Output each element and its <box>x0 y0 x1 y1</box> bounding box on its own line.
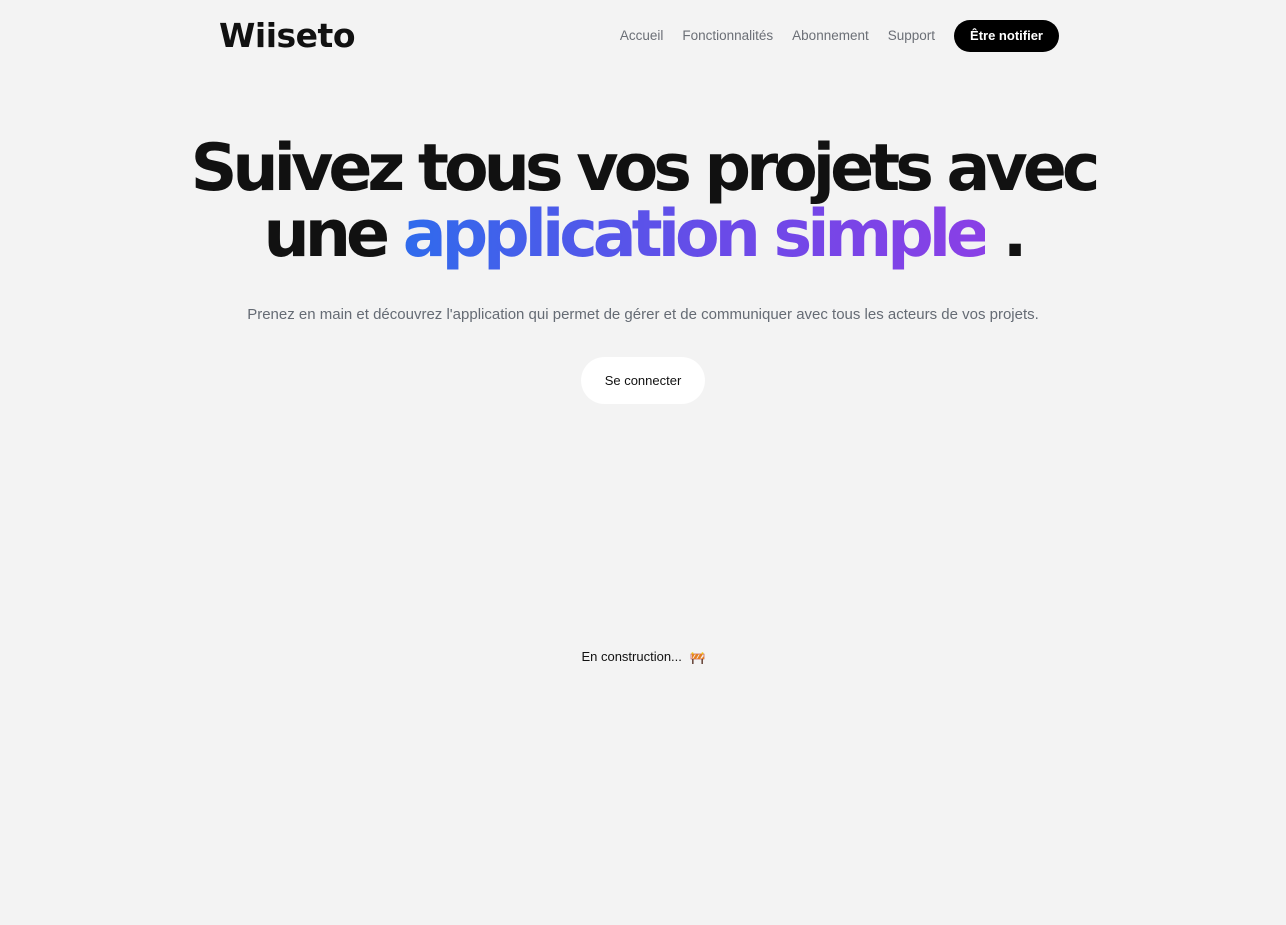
construction-barrier-icon <box>690 651 704 664</box>
headline-line-1: Suivez tous vos projets avec <box>190 131 1101 206</box>
nav-link-fonctionnalites[interactable]: Fonctionnalités <box>682 20 773 52</box>
nav-link-abonnement[interactable]: Abonnement <box>792 20 869 52</box>
headline-highlight: application simple <box>402 197 990 272</box>
construction-text: En construction... <box>581 649 682 664</box>
headline-prefix: une <box>263 197 390 272</box>
hero-subtitle: Prenez en main et découvrez l'applicatio… <box>247 306 1039 323</box>
login-button[interactable]: Se connecter <box>580 357 706 404</box>
headline-suffix: . <box>1002 197 1028 272</box>
hero-headline: Suivez tous vos projets avec une applica… <box>0 136 1286 268</box>
nav-link-support[interactable]: Support <box>888 20 935 52</box>
main-nav: Accueil Fonctionnalités Abonnement Suppo… <box>620 20 1059 52</box>
hero-section: Suivez tous vos projets avec une applica… <box>0 136 1286 404</box>
site-header: Wiiseto Accueil Fonctionnalités Abonneme… <box>219 18 1059 54</box>
logo[interactable]: Wiiseto <box>219 18 356 54</box>
headline-line-2: une application simple . <box>0 202 1286 268</box>
notify-button[interactable]: Être notifier <box>954 20 1059 52</box>
construction-notice: En construction... <box>0 647 1286 667</box>
nav-link-accueil[interactable]: Accueil <box>620 20 664 52</box>
